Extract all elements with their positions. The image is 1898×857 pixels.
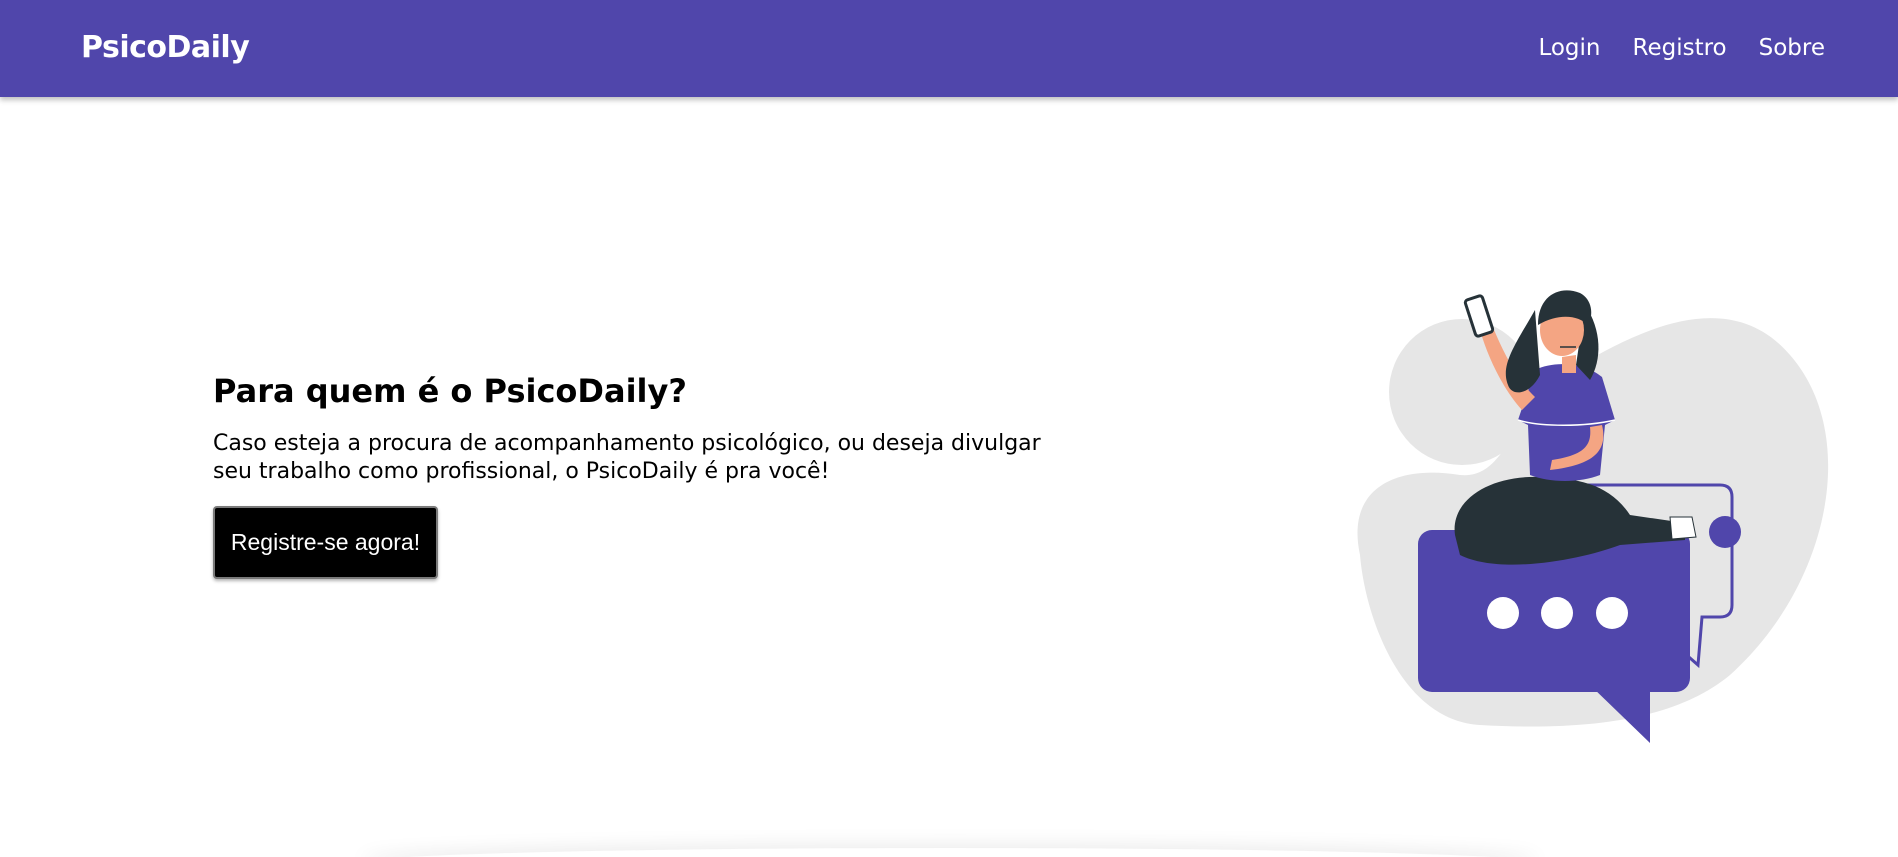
nav-link-registro[interactable]: Registro [1633,35,1727,61]
brand-logo[interactable]: PsicoDaily [81,30,250,65]
woman-on-chat-bubble-illustration [1340,285,1860,755]
register-now-button[interactable]: Registre-se agora! [213,506,438,579]
top-navbar: PsicoDaily Login Registro Sobre [0,0,1898,97]
hero-section: Para quem é o PsicoDaily? Caso esteja a … [213,368,1113,579]
nav-links: Login Registro Sobre [1538,35,1825,61]
section-divider-shadow [360,848,1540,857]
hero-title: Para quem é o PsicoDaily? [213,372,687,410]
hero-description: Caso esteja a procura de acompanhamento … [213,431,1041,484]
nav-link-login[interactable]: Login [1538,35,1600,61]
nav-link-sobre[interactable]: Sobre [1759,35,1825,61]
